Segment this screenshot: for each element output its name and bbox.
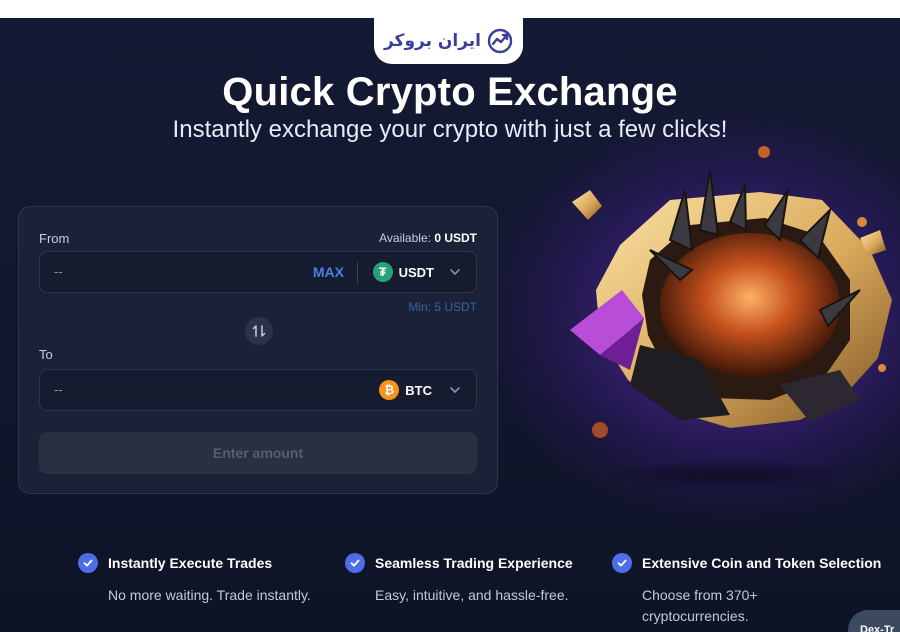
check-icon (78, 553, 98, 573)
divider (357, 262, 358, 284)
feature-title: Instantly Execute Trades (108, 555, 273, 571)
crypto-vault-illustration (570, 146, 892, 490)
from-amount-field[interactable]: -- MAX ₮ USDT (39, 251, 477, 293)
available-value: 0 USDT (434, 231, 477, 245)
min-amount-hint: Min: 5 USDT (408, 300, 477, 314)
logo-text: ایران بروکر (383, 31, 482, 51)
to-amount-output: -- (54, 382, 63, 397)
btc-icon: ₿ (379, 380, 400, 400)
chevron-down-icon[interactable] (448, 383, 462, 397)
to-coin-label: BTC (405, 382, 432, 398)
chevron-down-icon[interactable] (448, 265, 462, 279)
feature-desc: Choose from 370+ cryptocurrencies. (642, 587, 758, 624)
to-amount-field[interactable]: -- ₿ BTC (39, 369, 477, 411)
from-label: From (39, 231, 70, 246)
swap-arrows-icon (252, 325, 266, 337)
from-coin-selector[interactable]: ₮ USDT (372, 262, 434, 282)
to-label: To (39, 347, 53, 362)
to-coin-selector[interactable]: ₿ BTC (379, 380, 432, 400)
max-button[interactable]: MAX (313, 264, 344, 280)
dex-tab[interactable]: Dex-Tr (848, 610, 900, 632)
feature-desc: No more waiting. Trade instantly. (108, 587, 311, 603)
page-title: Quick Crypto Exchange (222, 70, 678, 114)
available-label: Available: (379, 231, 431, 245)
brand-logo[interactable]: ایران بروکر (374, 18, 523, 64)
exchange-card: From Available: 0 USDT -- MAX ₮ USDT Min… (18, 206, 498, 494)
swap-button[interactable] (245, 317, 273, 345)
check-icon (345, 553, 365, 573)
available-balance: Available: 0 USDT (379, 231, 477, 245)
top-strip (0, 0, 900, 18)
hero-section: ایران بروکر Quick Crypto Exchange Instan… (0, 18, 900, 632)
feature-title: Seamless Trading Experience (375, 555, 573, 571)
feature-title: Extensive Coin and Token Selection (642, 555, 882, 571)
from-amount-input[interactable]: -- (54, 264, 63, 279)
check-icon (612, 553, 632, 573)
feature-desc: Easy, intuitive, and hassle-free. (375, 587, 569, 603)
usdt-icon: ₮ (372, 262, 393, 282)
enter-amount-button[interactable]: Enter amount (39, 432, 477, 474)
chart-trend-icon (487, 28, 513, 54)
from-coin-label: USDT (398, 264, 434, 280)
